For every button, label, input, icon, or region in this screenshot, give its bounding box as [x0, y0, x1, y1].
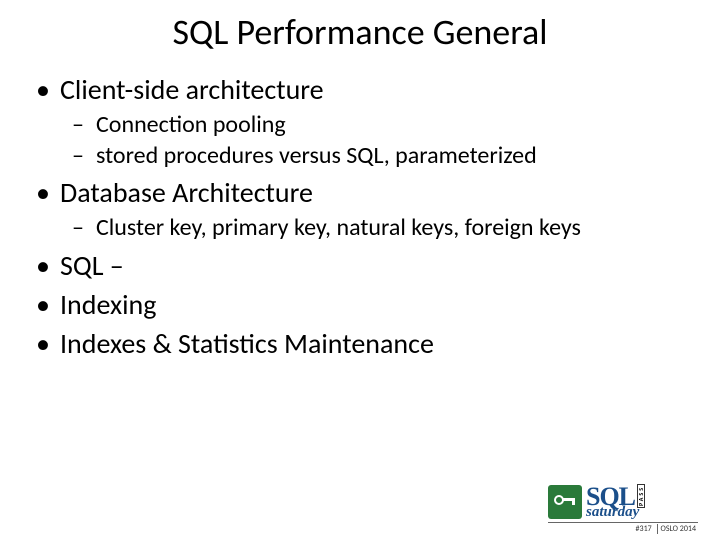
sql-saturday-logo: SQL PASS saturday #317 OSLO 2014	[548, 484, 698, 536]
bullet-sql: SQL –	[36, 248, 696, 283]
subbullet-stored-procs: stored procedures versus SQL, parameteri…	[72, 140, 696, 171]
event-number: #317	[636, 524, 652, 534]
logo-event: #317 OSLO 2014	[548, 522, 698, 534]
bullet-db-architecture: Database Architecture	[36, 175, 696, 210]
bullet-indexing: Indexing	[36, 287, 696, 322]
logo-text: SQL PASS saturday	[586, 484, 645, 519]
slide: SQL Performance General Client-side arch…	[0, 10, 720, 540]
logo-row: SQL PASS saturday	[548, 484, 698, 519]
slide-body: Client-side architecture Connection pool…	[0, 72, 720, 361]
subbullet-connection-pooling: Connection pooling	[72, 109, 696, 140]
logo-pass: PASS	[637, 484, 645, 508]
slide-title: SQL Performance General	[0, 10, 720, 54]
event-location: OSLO 2014	[661, 524, 696, 534]
bullet-indexes-stats: Indexes & Statistics Maintenance	[36, 326, 696, 361]
bullet-client-side: Client-side architecture	[36, 72, 696, 107]
subbullet-keys: Cluster key, primary key, natural keys, …	[72, 212, 696, 243]
key-icon	[548, 485, 582, 519]
